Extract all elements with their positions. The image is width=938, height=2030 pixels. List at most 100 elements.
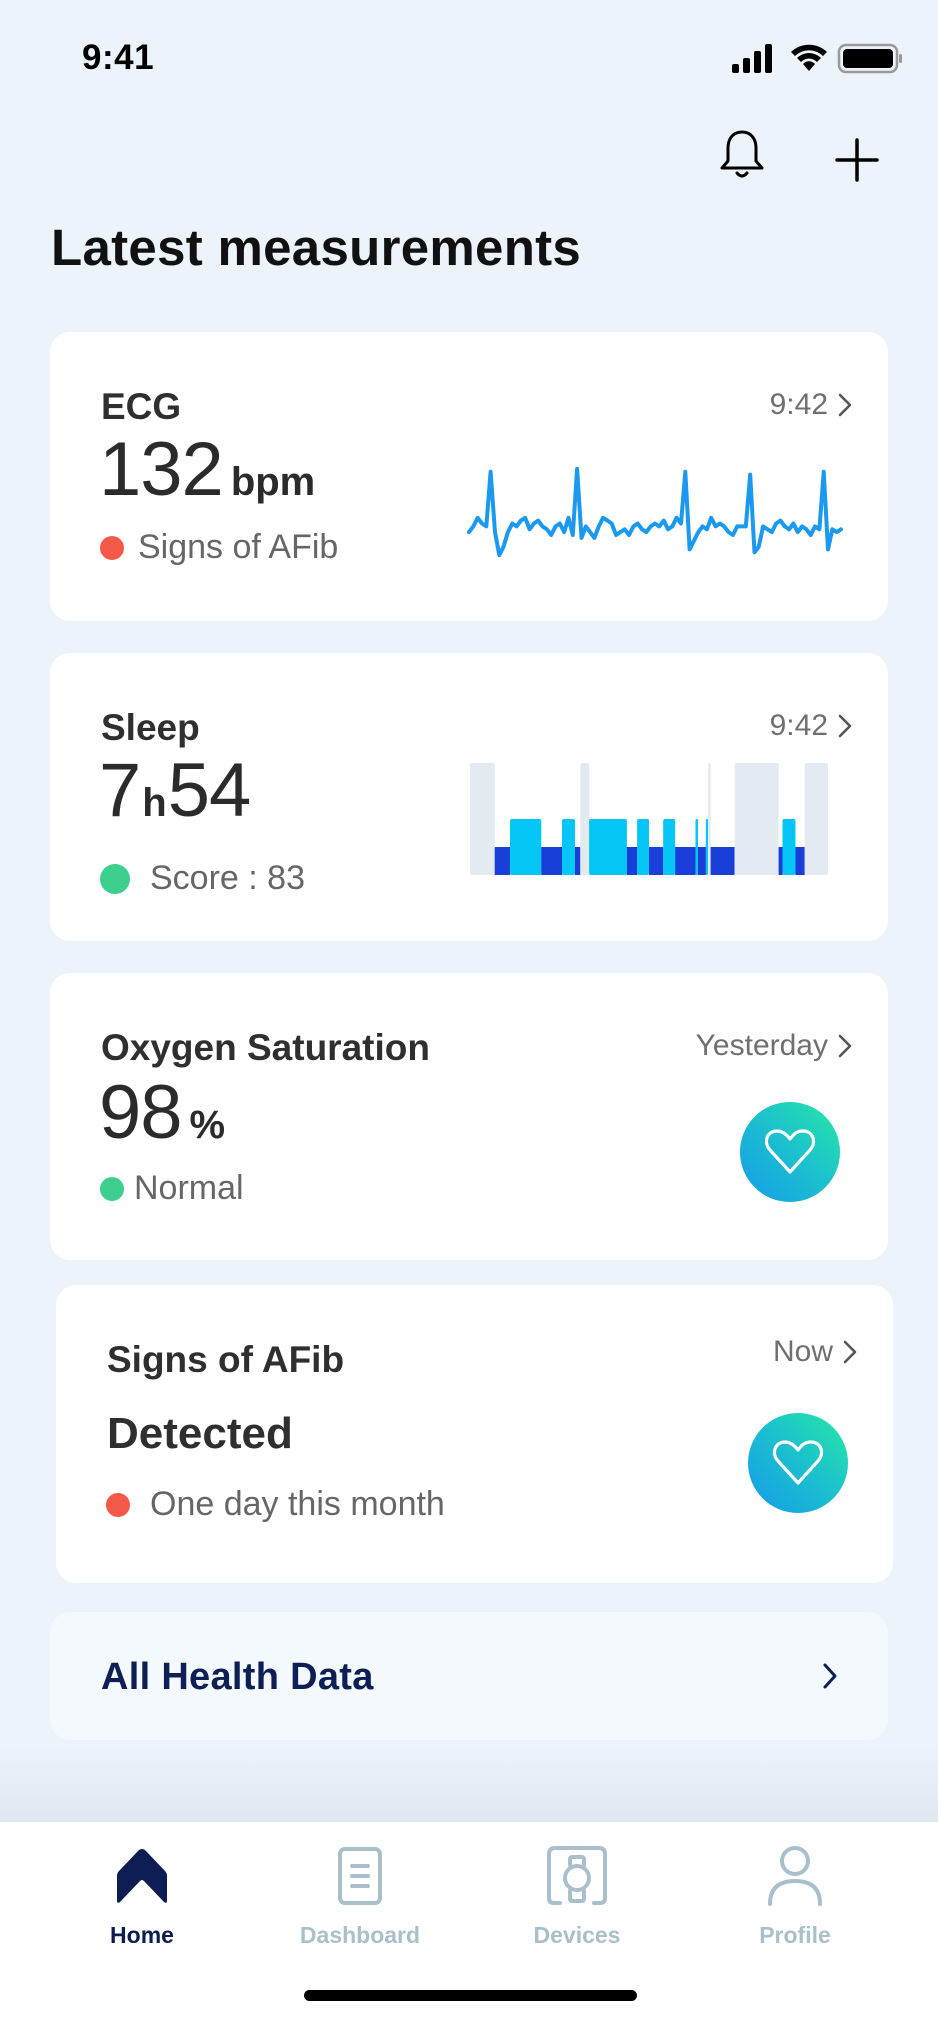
oxygen-card-time: Yesterday — [696, 1029, 852, 1063]
afib-time-label: Now — [772, 1335, 833, 1368]
sleep-segment-deep — [574, 847, 581, 875]
add-button[interactable] — [827, 130, 887, 190]
ok-status-dot — [100, 1176, 124, 1201]
tab-home-label: Home — [110, 1922, 174, 1948]
ecg-bpm-number: 132 — [99, 427, 224, 512]
status-bar-time: 9:41 — [82, 38, 155, 77]
all-health-data-label: All Health Data — [101, 1656, 374, 1698]
sleep-segment-light — [637, 819, 649, 875]
ecg-card-title: ECG — [101, 386, 182, 427]
sleep-status: Score : 83 — [100, 859, 305, 898]
heart-badge — [748, 1413, 848, 1513]
plus-icon — [835, 138, 879, 182]
home-icon — [117, 1849, 167, 1903]
sleep-segment-deep — [795, 847, 805, 875]
sleep-segment-deep — [626, 847, 638, 875]
bell-icon — [720, 130, 764, 178]
dashboard-icon — [338, 1847, 382, 1905]
watch-icon — [547, 1846, 607, 1905]
sleep-segment-deep — [778, 847, 783, 875]
sleep-segment-deep — [494, 847, 511, 875]
oxygen-status: Normal — [100, 1169, 244, 1208]
sleep-segment-deep — [675, 847, 696, 875]
afib-status: One day this month — [106, 1485, 445, 1524]
sleep-segment-light — [510, 819, 542, 875]
alert-status-dot — [106, 1492, 130, 1517]
sleep-segment-light — [589, 819, 627, 875]
tab-dashboard-label: Dashboard — [299, 1922, 421, 1948]
chevron-right-icon — [838, 1034, 852, 1058]
ok-status-dot — [100, 863, 130, 894]
profile-icon — [768, 1846, 822, 1906]
chevron-right-icon — [838, 714, 852, 738]
sleep-time-label: 9:42 — [769, 709, 828, 742]
oxygen-time-label: Yesterday — [695, 1029, 828, 1062]
sleep-segment-awake — [708, 763, 711, 875]
sleep-score-text: Score : 83 — [150, 859, 305, 897]
oxygen-percent-number: 98 — [99, 1070, 183, 1155]
tab-home[interactable]: Home — [62, 1844, 222, 1954]
sleep-segment-light — [782, 819, 796, 875]
sleep-segment-awake — [734, 763, 779, 875]
sleep-segment-deep — [698, 847, 706, 875]
ecg-status-text: Signs of AFib — [138, 528, 339, 566]
ecg-card[interactable]: ECG 9:42 132 bpm Signs of AFib — [50, 332, 888, 621]
cellular-signal-icon — [732, 44, 772, 73]
sleep-segment-light — [562, 819, 575, 875]
status-bar-icons — [732, 42, 904, 76]
oxygen-unit: % — [189, 1103, 226, 1147]
home-indicator — [304, 1990, 637, 2001]
tab-bar-shadow — [0, 1745, 938, 1822]
sleep-segment-light — [663, 819, 676, 875]
ecg-unit: bpm — [230, 460, 316, 504]
tab-devices-label: Devices — [533, 1922, 621, 1948]
wifi-icon — [791, 44, 827, 71]
afib-card-time: Now — [773, 1335, 857, 1369]
sleep-segment-deep — [649, 847, 664, 875]
page-title: Latest measurements — [51, 219, 582, 276]
alert-status-dot — [100, 535, 124, 560]
sleep-segment-awake — [580, 763, 590, 875]
ecg-status: Signs of AFib — [100, 528, 338, 567]
afib-detected-value: Detected — [107, 1409, 293, 1458]
chevron-right-icon — [838, 393, 852, 417]
ecg-time-label: 9:42 — [769, 388, 828, 421]
ecg-value: 132 bpm — [99, 426, 315, 513]
battery-icon — [837, 43, 902, 74]
sleep-segment-awake — [470, 763, 495, 875]
sleep-duration: 7h54 — [99, 747, 252, 834]
chevron-right-icon — [823, 1663, 837, 1689]
sleep-card[interactable]: Sleep 9:42 7h54 Score : 83 — [50, 653, 888, 941]
ecg-trace-line — [467, 466, 843, 558]
heart-icon — [764, 1129, 816, 1174]
tab-dashboard[interactable]: Dashboard — [280, 1844, 440, 1954]
tab-devices[interactable]: Devices — [497, 1844, 657, 1954]
all-health-data-button[interactable]: All Health Data — [50, 1612, 888, 1740]
oxygen-value: 98% — [99, 1069, 225, 1156]
notifications-button[interactable] — [712, 126, 772, 186]
sleep-hours-unit: h — [142, 781, 166, 825]
tab-profile-label: Profile — [759, 1922, 831, 1948]
oxygen-saturation-card[interactable]: Oxygen Saturation Yesterday 98% Normal — [50, 973, 888, 1260]
sleep-card-title: Sleep — [101, 707, 200, 748]
heart-icon — [772, 1440, 824, 1485]
sleep-segment-deep — [541, 847, 562, 875]
afib-status-text: One day this month — [150, 1485, 445, 1523]
chevron-right-icon — [843, 1340, 857, 1364]
sleep-stages-chart — [470, 763, 828, 875]
sleep-segment-deep — [710, 847, 735, 875]
sleep-segment-awake — [804, 763, 828, 875]
sleep-card-time: 9:42 — [770, 709, 852, 743]
sleep-hours: 7 — [99, 748, 141, 833]
heart-badge — [740, 1102, 840, 1202]
oxygen-status-text: Normal — [134, 1169, 244, 1207]
ecg-card-time: 9:42 — [770, 388, 852, 422]
oxygen-card-title: Oxygen Saturation — [101, 1027, 430, 1068]
afib-card[interactable]: Signs of AFib Now Detected One day this … — [56, 1285, 893, 1583]
tab-profile[interactable]: Profile — [715, 1844, 875, 1954]
sleep-minutes: 54 — [167, 748, 252, 833]
sleep-segment-light — [705, 819, 708, 875]
afib-card-title: Signs of AFib — [107, 1339, 345, 1380]
ecg-waveform-chart — [467, 466, 843, 558]
sleep-segment-light — [695, 819, 698, 875]
